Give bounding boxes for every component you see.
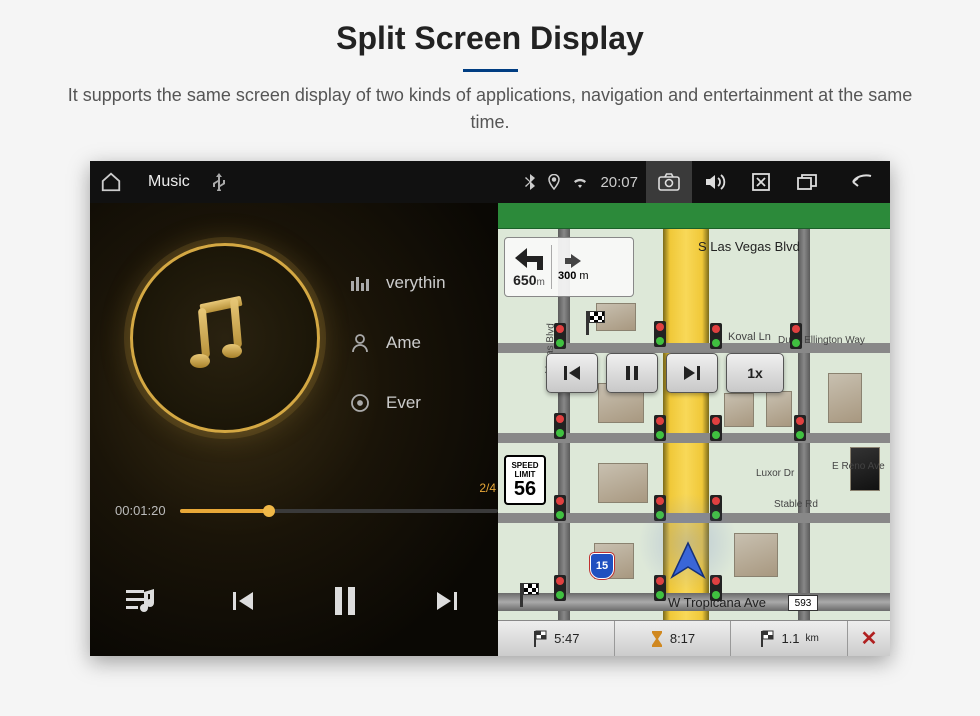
speed-limit-label: SPEED xyxy=(511,461,538,470)
close-app-button[interactable] xyxy=(738,161,784,203)
track-row[interactable]: verythin xyxy=(350,253,498,313)
turn-secondary-unit: m xyxy=(579,270,588,282)
distance-value: 1.1 xyxy=(781,631,799,646)
playlist-button[interactable] xyxy=(111,571,171,631)
turn-right-icon xyxy=(563,252,583,270)
wifi-icon xyxy=(572,175,588,189)
track-album: Ever xyxy=(386,393,421,413)
device-frame: Music 20:07 xyxy=(90,161,890,656)
distance-unit: km xyxy=(806,633,819,644)
turn-primary-unit: m xyxy=(537,277,545,288)
street-label: E Reno Ave xyxy=(832,461,885,472)
sim-prev-button[interactable] xyxy=(546,353,598,393)
location-icon xyxy=(548,174,560,190)
music-note-icon xyxy=(190,298,260,378)
elapsed-time: 00:01:20 xyxy=(115,503,166,518)
navigation-pane[interactable]: S Las Vegas Blvd Koval Ln Duke Ellington… xyxy=(498,203,890,656)
bluetooth-icon xyxy=(524,174,536,190)
sim-speed-button[interactable]: 1x xyxy=(726,353,784,393)
play-pause-button[interactable] xyxy=(315,571,375,631)
map-header-strip xyxy=(498,203,890,229)
prev-track-button[interactable] xyxy=(213,571,273,631)
map-bottom-bar: 5:47 8:17 1.1 km ✕ xyxy=(498,620,890,656)
page-subtitle: It supports the same screen display of t… xyxy=(0,82,980,136)
eta-value: 5:47 xyxy=(554,631,579,646)
traffic-light-icon xyxy=(710,415,722,441)
usb-icon xyxy=(212,173,226,191)
home-button[interactable] xyxy=(90,171,132,193)
traffic-light-icon xyxy=(654,321,666,347)
building-icon xyxy=(766,391,792,427)
title-underline xyxy=(463,69,518,72)
status-app-label: Music xyxy=(148,173,190,191)
seek-knob[interactable] xyxy=(263,505,275,517)
destination-flag-icon xyxy=(586,311,606,335)
album-icon xyxy=(350,393,374,413)
speed-limit-value: 56 xyxy=(514,479,536,499)
next-track-button[interactable] xyxy=(417,571,477,631)
traffic-light-icon xyxy=(554,413,566,439)
seek-bar[interactable] xyxy=(180,509,498,513)
sim-next-button[interactable] xyxy=(666,353,718,393)
traffic-light-icon xyxy=(554,323,566,349)
flag-icon xyxy=(532,630,548,648)
street-label: Luxor Dr xyxy=(756,468,794,479)
turn-instruction[interactable]: 650m 300 m xyxy=(504,237,634,297)
sim-pause-button[interactable] xyxy=(606,353,658,393)
turn-primary-distance: 650 xyxy=(513,272,536,288)
traffic-light-icon xyxy=(790,323,802,349)
speed-limit-sign: SPEED LIMIT 56 xyxy=(504,455,546,505)
building-icon xyxy=(734,533,778,577)
turn-left-icon xyxy=(513,244,545,272)
status-bar: Music 20:07 xyxy=(90,161,890,203)
building-icon xyxy=(828,373,862,423)
street-label: S Las Vegas Blvd xyxy=(698,239,800,254)
artist-icon xyxy=(350,333,374,353)
music-pane: verythin Ame Ever 2/4 00:01:20 xyxy=(90,203,498,656)
building-icon xyxy=(724,393,754,427)
volume-button[interactable] xyxy=(692,161,738,203)
street-label: Koval Ln xyxy=(728,331,771,343)
back-button[interactable] xyxy=(830,161,890,203)
track-artist: Ame xyxy=(386,333,421,353)
close-icon: ✕ xyxy=(861,626,878,651)
traffic-light-icon xyxy=(554,495,566,521)
remaining-time-cell[interactable]: 8:17 xyxy=(615,621,732,656)
sim-playback-controls: 1x xyxy=(546,353,784,393)
track-row[interactable]: Ame xyxy=(350,313,498,373)
traffic-light-icon xyxy=(654,415,666,441)
map-close-button[interactable]: ✕ xyxy=(848,621,890,656)
destination-flag-icon xyxy=(520,583,540,607)
page-title: Split Screen Display xyxy=(0,0,980,57)
street-label: Stable Rd xyxy=(774,499,818,510)
track-page-indicator: 2/4 xyxy=(479,481,496,495)
traffic-light-icon xyxy=(554,575,566,601)
current-position-icon xyxy=(668,541,708,581)
turn-secondary-distance: 300 xyxy=(558,270,576,282)
equalizer-icon xyxy=(350,275,374,291)
building-icon xyxy=(598,463,648,503)
interstate-shield-icon: 15 xyxy=(590,553,614,579)
music-controls xyxy=(90,546,498,656)
screenshot-button[interactable] xyxy=(646,161,692,203)
eta-cell[interactable]: 5:47 xyxy=(498,621,615,656)
hourglass-icon xyxy=(650,630,664,648)
flag-icon xyxy=(759,630,775,648)
route-badge: 593 xyxy=(788,595,818,611)
traffic-light-icon xyxy=(794,415,806,441)
status-time: 20:07 xyxy=(600,174,638,191)
track-list: verythin Ame Ever xyxy=(350,253,498,433)
traffic-light-icon xyxy=(710,323,722,349)
album-art[interactable] xyxy=(130,243,320,433)
distance-cell[interactable]: 1.1 km xyxy=(731,621,848,656)
recent-apps-button[interactable] xyxy=(784,161,830,203)
track-row[interactable]: Ever xyxy=(350,373,498,433)
track-title: verythin xyxy=(386,273,446,293)
remaining-time-value: 8:17 xyxy=(670,631,695,646)
